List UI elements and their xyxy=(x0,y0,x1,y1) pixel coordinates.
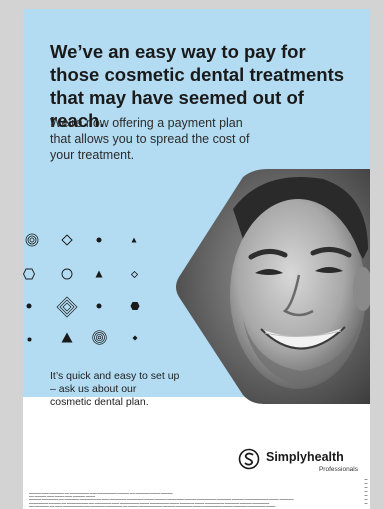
fine-print-line: ▬▬ ▬▬▬▬▬▬ ▬▬ ▬▬▬ ▬▬▬▬▬▬▬▬▬ ▬▬ ▬▬▬▬▬▬ ▬▬▬… xyxy=(29,504,276,508)
dot-icon xyxy=(27,337,32,342)
triangle-icon xyxy=(95,270,103,278)
concentric-circle-icon xyxy=(92,330,107,345)
concentric-circle-icon xyxy=(25,233,39,247)
smiling-man-photo xyxy=(173,169,370,409)
concentric-diamond-icon xyxy=(56,296,78,318)
small-diamond-icon xyxy=(131,271,138,278)
outline-hexagon-icon xyxy=(23,268,35,280)
brand-tagline: Professionals xyxy=(318,466,358,473)
decorative-shapes xyxy=(23,231,163,345)
poster: We’ve an easy way to pay for those cosme… xyxy=(23,9,370,509)
simplyhealth-logo-icon xyxy=(238,448,260,470)
brand-name: Simplyhealth xyxy=(266,450,344,464)
outline-circle-icon xyxy=(61,268,73,280)
hexagon-icon xyxy=(130,302,140,310)
outline-diamond-icon xyxy=(61,234,73,246)
dot-icon xyxy=(26,303,32,309)
small-diamond-icon xyxy=(132,335,138,341)
subheading: We’re now offering a payment plan that a… xyxy=(50,116,250,162)
fine-print: ▬▬▬▬▬ ▬▬▬ ▬▬▬▬▬▬ ▬▬ ▬▬▬▬▬▬▬▬ ▬▬▬ ▬▬▬▬▬▬▬… xyxy=(29,492,359,508)
small-triangle-icon xyxy=(131,237,137,243)
caption: It’s quick and easy to set up – ask us a… xyxy=(50,370,180,408)
dot-icon xyxy=(96,303,102,309)
dot-icon xyxy=(96,237,102,243)
side-reference-code: ▬▬▬▬▬▬▬ xyxy=(364,477,368,505)
simplyhealth-logo: Simplyhealth Professionals xyxy=(238,446,358,476)
triangle-icon xyxy=(61,332,73,343)
